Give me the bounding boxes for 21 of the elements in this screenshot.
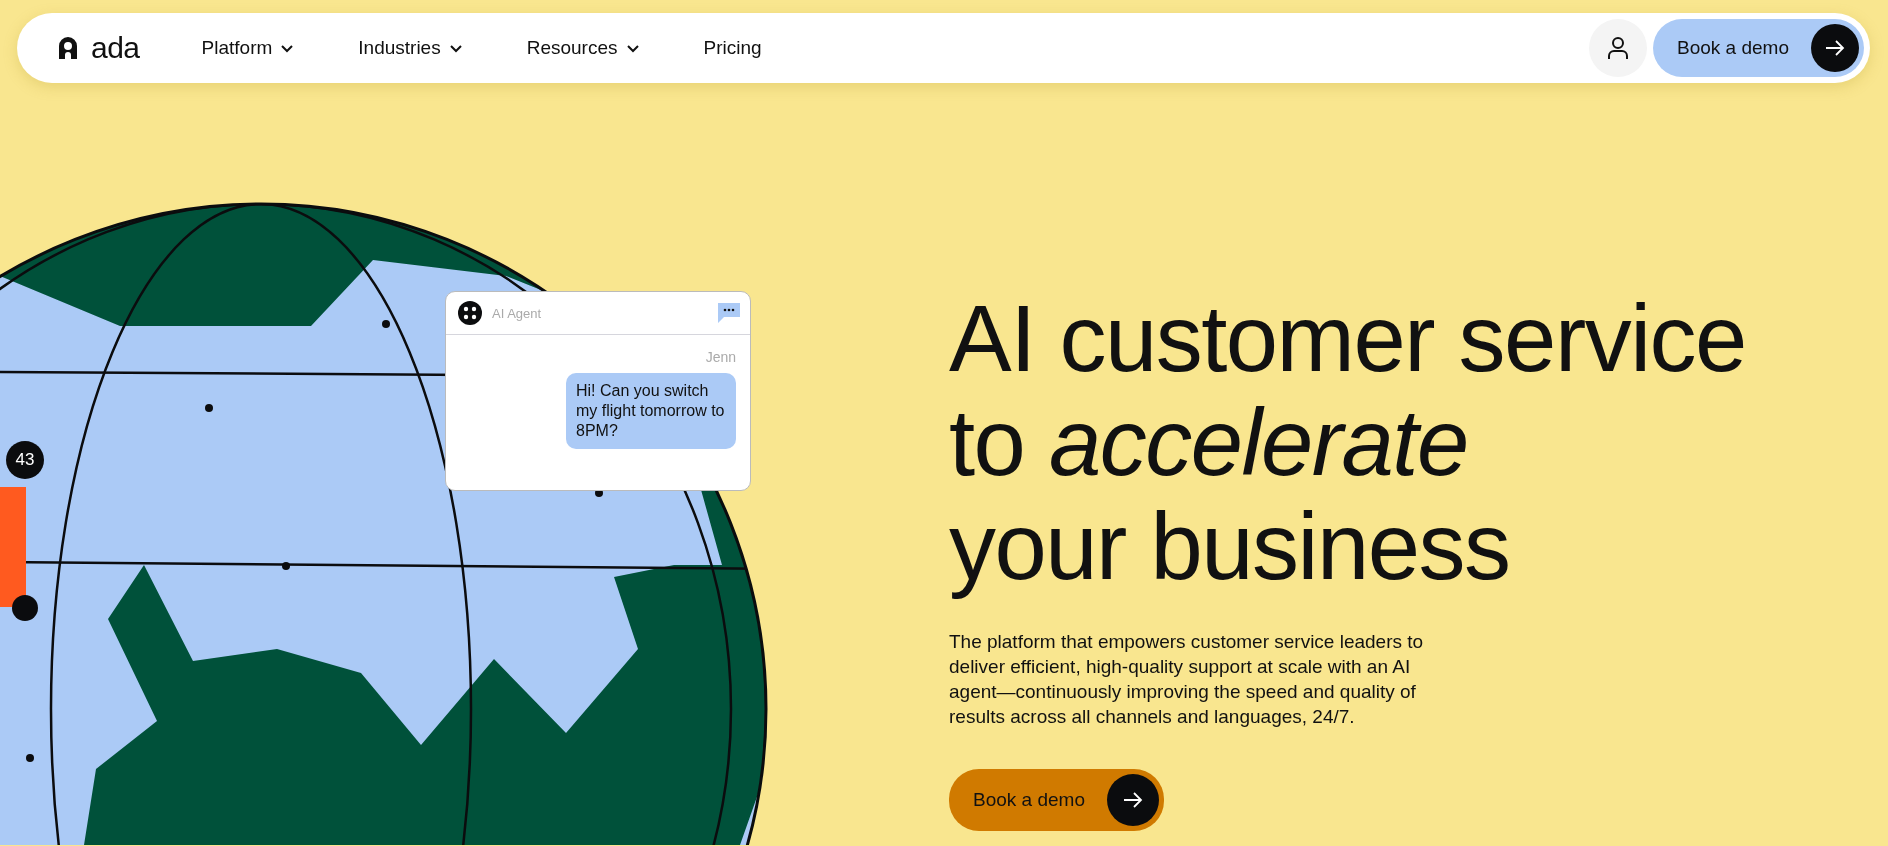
- chevron-down-icon: [625, 43, 640, 53]
- user-icon: [1607, 36, 1630, 60]
- chevron-down-icon: [280, 43, 295, 53]
- sender-name: Jenn: [705, 349, 736, 365]
- logo-text[interactable]: ada: [91, 31, 140, 65]
- nav-link[interactable]: Pricing: [703, 37, 762, 59]
- hero-title: AI customer service to accelerate your business: [949, 287, 1747, 599]
- message-bubble: Hi! Can you switch my flight tomorrow to 8PM?: [566, 373, 736, 449]
- nav-link[interactable]: Platform: [201, 37, 295, 59]
- chevron-down-icon: [448, 43, 463, 53]
- chat-bubble-icon[interactable]: [718, 303, 740, 323]
- nav-link[interactable]: Resources: [526, 37, 640, 59]
- arrow-right-icon: [1122, 792, 1143, 808]
- agent-avatar-icon: [458, 301, 482, 325]
- logo-icon: [57, 36, 79, 60]
- nav-link[interactable]: Industries: [358, 37, 463, 59]
- hero-description: The platform that empowers customer service leaders to deliver efficient, high-quality support at scale with an AI agent—continuously improving the speed and quality of results across all channels and languages, 24/7.: [949, 630, 1425, 729]
- book-demo-button[interactable]: Book a demo: [1653, 19, 1864, 77]
- arrow-right-icon: [1825, 40, 1845, 56]
- agent-name: AI Agent: [492, 305, 543, 321]
- book-demo-button[interactable]: Book a demo: [949, 769, 1164, 831]
